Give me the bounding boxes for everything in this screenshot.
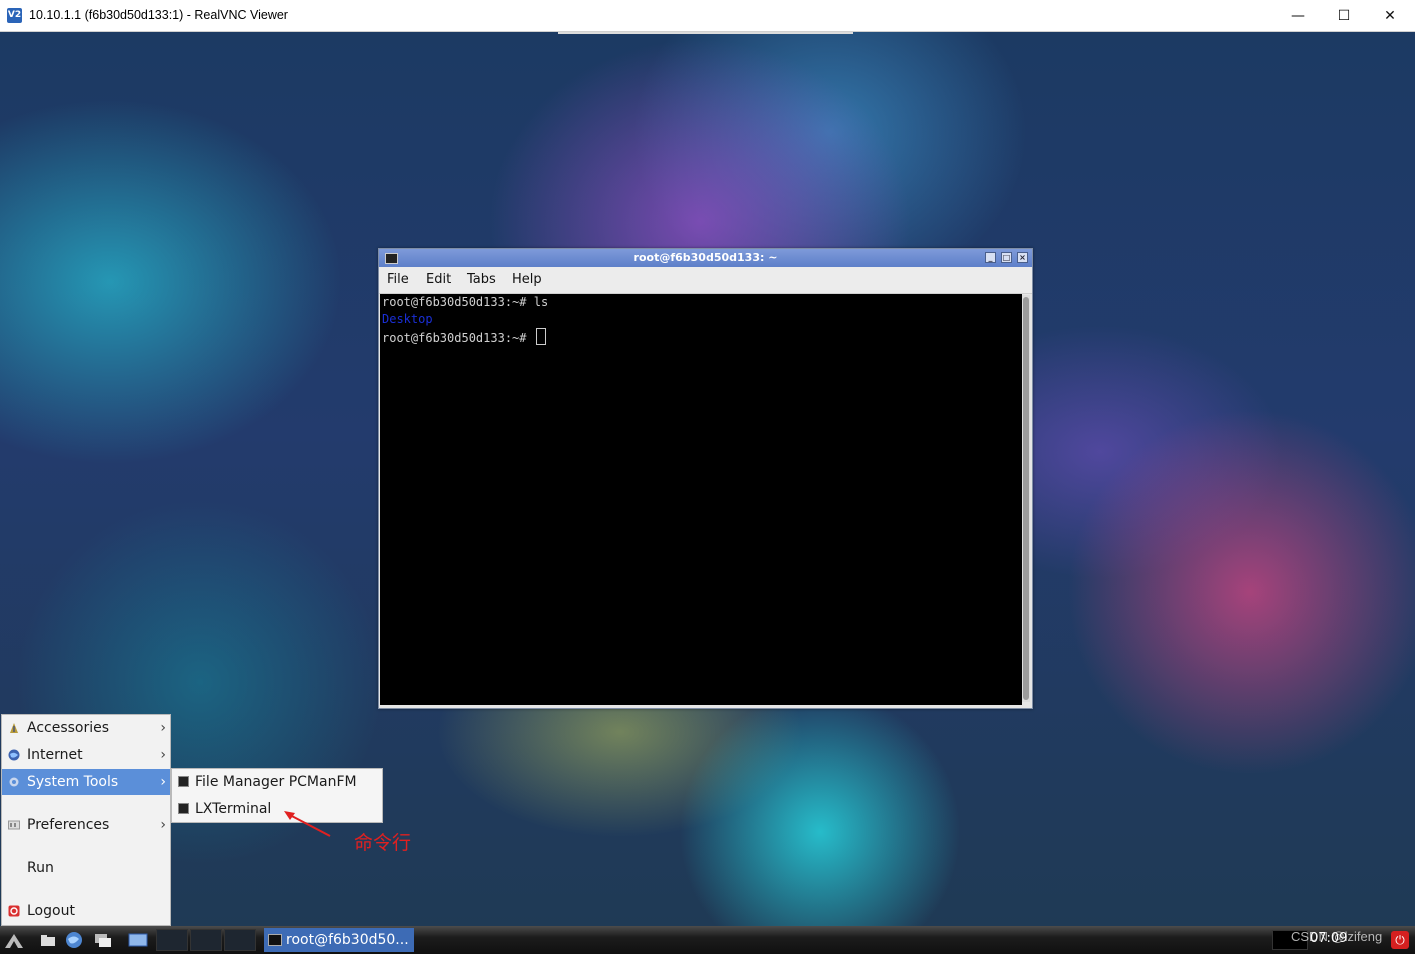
- file-manager-icon: [178, 776, 189, 787]
- terminal-maximize-button[interactable]: □: [1001, 252, 1012, 263]
- terminal-title: root@f6b30d50d133: ~: [633, 251, 778, 264]
- menu-item-label: Preferences: [27, 817, 110, 833]
- terminal-cursor: [535, 328, 546, 345]
- terminal-window[interactable]: root@f6b30d50d133: ~ _ □ × File Edit Tab…: [378, 248, 1033, 709]
- taskbar: root@f6b30d50... CSDN @lzifeng 07:09 ⏻: [0, 926, 1415, 954]
- menu-file[interactable]: File: [387, 272, 409, 287]
- logout-icon: [8, 905, 20, 917]
- terminal-close-button[interactable]: ×: [1017, 252, 1028, 263]
- terminal-menubar: File Edit Tabs Help: [379, 267, 1032, 294]
- minimize-button[interactable]: —: [1275, 0, 1321, 32]
- submenu-item-file-manager[interactable]: File Manager PCManFM: [172, 769, 382, 795]
- terminal-command: ls: [533, 295, 549, 309]
- host-window-title: 10.10.1.1 (f6b30d50d133:1) - RealVNC Vie…: [29, 8, 288, 22]
- workspace-1[interactable]: [156, 929, 188, 951]
- chevron-right-icon: ›: [160, 774, 166, 790]
- terminal-titlebar[interactable]: root@f6b30d50d133: ~ _ □ ×: [379, 249, 1032, 267]
- terminal-icon: [178, 803, 189, 814]
- menu-help[interactable]: Help: [512, 272, 542, 287]
- system-tools-submenu: File Manager PCManFM LXTerminal: [171, 768, 383, 823]
- host-titlebar: V2 10.10.1.1 (f6b30d50d133:1) - RealVNC …: [0, 0, 1415, 32]
- desktop-top-strip: [558, 32, 853, 34]
- taskbar-task-terminal[interactable]: root@f6b30d50...: [264, 928, 414, 952]
- annotation-label: 命令行: [354, 832, 412, 854]
- submenu-item-lxterminal[interactable]: LXTerminal: [172, 796, 382, 822]
- scrollbar-thumb[interactable]: [1023, 297, 1029, 700]
- windows-icon[interactable]: [93, 930, 113, 950]
- browser-icon[interactable]: [64, 930, 84, 950]
- terminal-prompt: root@f6b30d50d133:~#: [382, 331, 534, 345]
- menu-item-run[interactable]: Run: [2, 855, 170, 881]
- menu-item-label: Internet: [27, 747, 83, 763]
- menu-item-label: Run: [27, 860, 54, 876]
- start-menu: Accessories › Internet › System Tools › …: [1, 714, 171, 926]
- workspace-2[interactable]: [190, 929, 222, 951]
- accessories-icon: [10, 723, 18, 733]
- menu-item-preferences[interactable]: Preferences ›: [2, 812, 170, 838]
- menu-item-label: Logout: [27, 903, 75, 919]
- menu-item-label: System Tools: [27, 774, 119, 790]
- folder-icon[interactable]: [38, 930, 58, 950]
- terminal-output[interactable]: root@f6b30d50d133:~# ls Desktop root@f6b…: [380, 294, 1022, 705]
- menu-item-logout[interactable]: Logout: [2, 898, 170, 924]
- chevron-right-icon: ›: [160, 720, 166, 736]
- maximize-button[interactable]: ☐: [1321, 0, 1367, 32]
- preferences-icon: [8, 820, 20, 830]
- terminal-dir-entry: Desktop: [382, 312, 433, 326]
- close-button[interactable]: ✕: [1367, 0, 1413, 32]
- chevron-right-icon: ›: [160, 817, 166, 833]
- workspace-3[interactable]: [224, 929, 256, 951]
- terminal-line: root@f6b30d50d133:~#: [382, 328, 1020, 345]
- menu-tabs[interactable]: Tabs: [467, 272, 496, 287]
- taskbar-clock[interactable]: 07:09: [1310, 931, 1347, 946]
- terminal-icon: [268, 934, 282, 946]
- menu-item-label: Accessories: [27, 720, 110, 736]
- terminal-prompt: root@f6b30d50d133:~#: [382, 295, 534, 309]
- task-label: root@f6b30d50...: [286, 932, 409, 948]
- vnc-app-icon: V2: [7, 8, 22, 23]
- terminal-line: Desktop: [382, 311, 1020, 328]
- chevron-right-icon: ›: [160, 747, 166, 763]
- terminal-line: root@f6b30d50d133:~# ls: [382, 294, 1020, 311]
- menu-item-system-tools[interactable]: System Tools ›: [2, 769, 170, 795]
- globe-icon: [8, 749, 20, 761]
- start-menu-icon[interactable]: [4, 930, 24, 950]
- menu-item-internet[interactable]: Internet ›: [2, 742, 170, 768]
- gear-icon: [9, 777, 19, 787]
- menu-edit[interactable]: Edit: [426, 272, 451, 287]
- terminal-scrollbar[interactable]: [1022, 295, 1030, 702]
- menu-item-accessories[interactable]: Accessories ›: [2, 715, 170, 741]
- power-icon[interactable]: ⏻: [1391, 931, 1409, 949]
- desktop-icon[interactable]: [128, 930, 148, 950]
- submenu-item-label: File Manager PCManFM: [195, 774, 357, 790]
- annotation-arrow-icon: [284, 811, 331, 837]
- terminal-minimize-button[interactable]: _: [985, 252, 996, 263]
- submenu-item-label: LXTerminal: [195, 801, 272, 817]
